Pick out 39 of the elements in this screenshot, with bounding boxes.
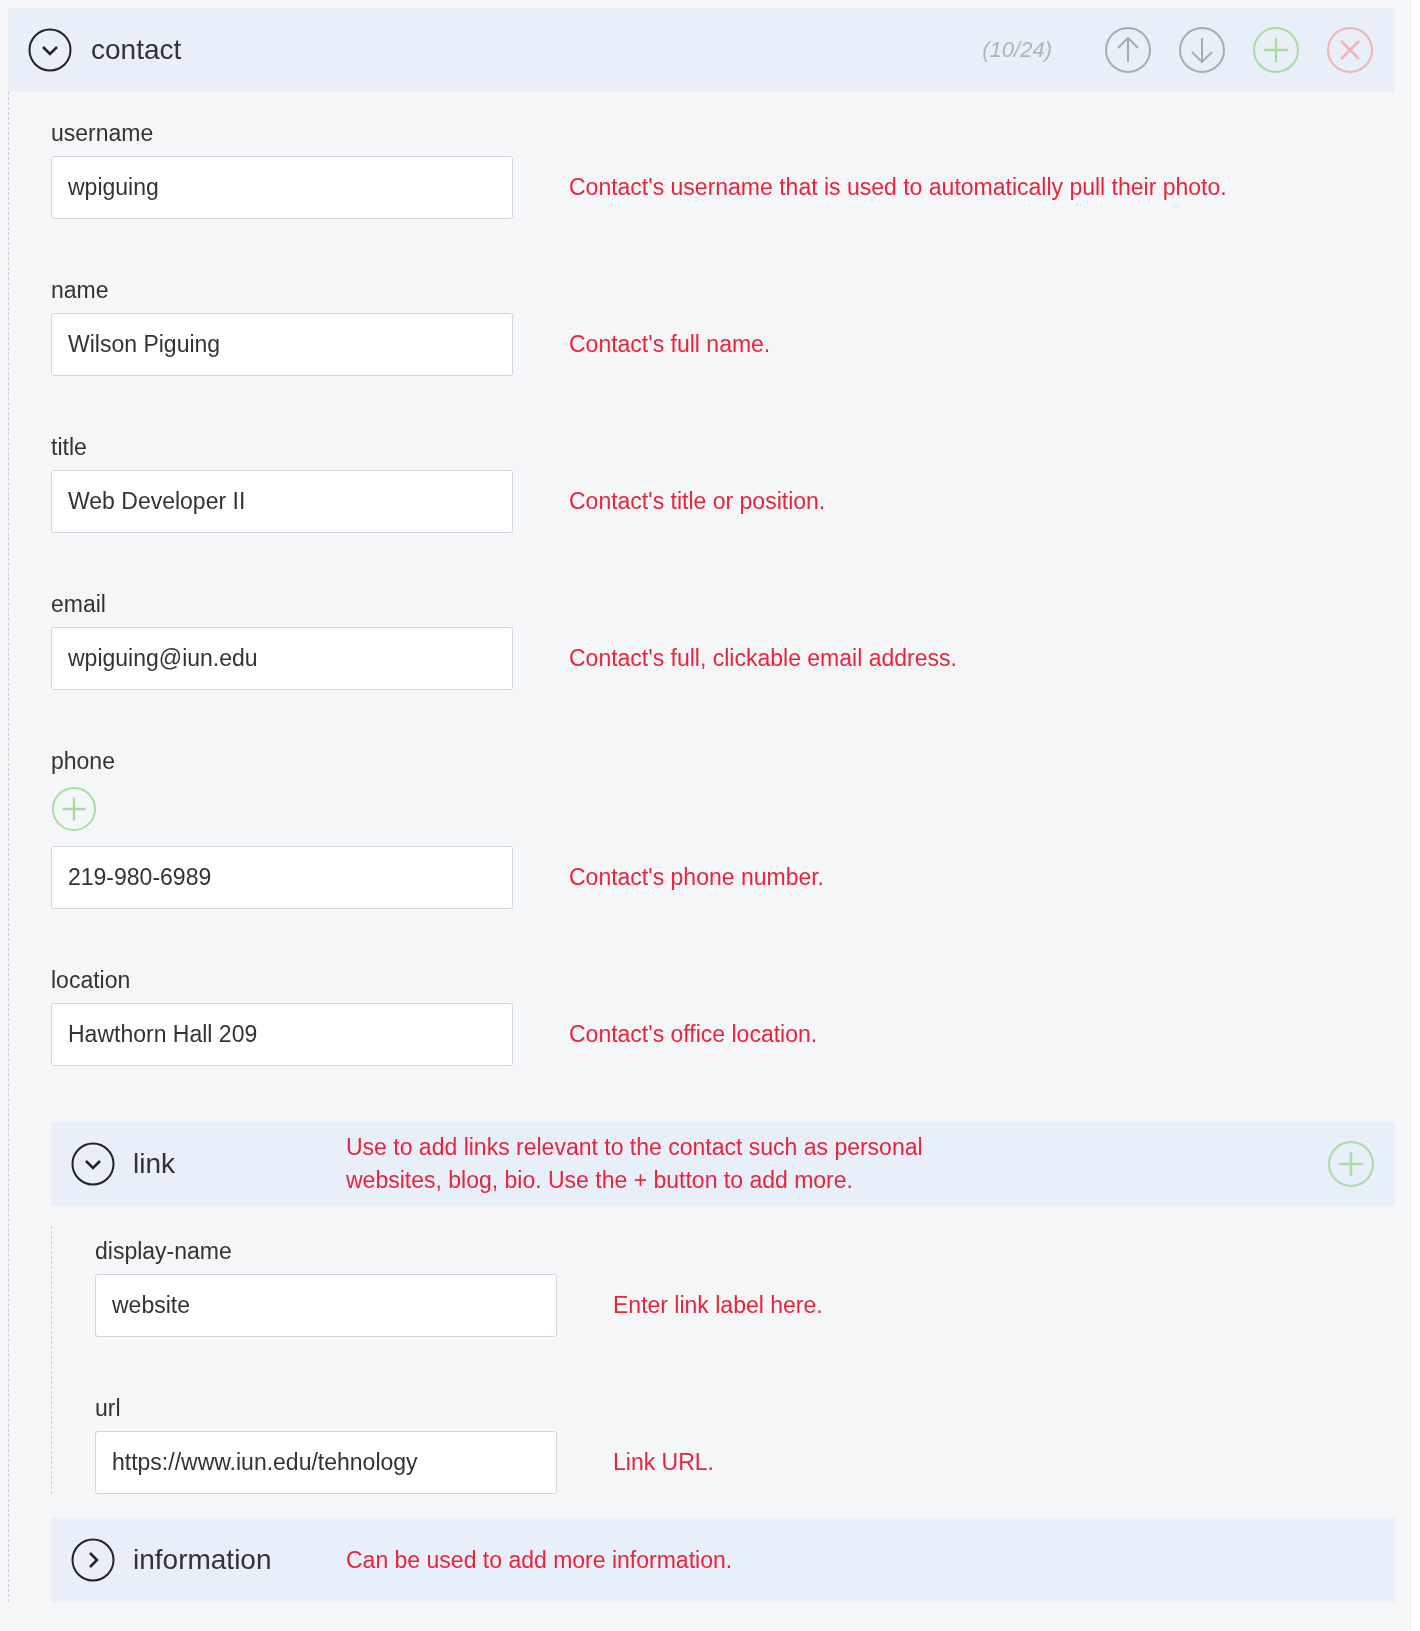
- field-label: phone: [51, 747, 115, 776]
- field-label: display-name: [95, 1237, 232, 1266]
- help-text: Contact's title or position.: [569, 488, 826, 515]
- text-field[interactable]: Wilson Piguing: [51, 313, 513, 376]
- move-down-icon[interactable]: [1178, 26, 1226, 74]
- help-text: Can be used to add more information.: [346, 1545, 734, 1575]
- section-title: contact: [91, 34, 183, 66]
- help-text: Link URL.: [613, 1449, 714, 1476]
- item-counter: (10/24): [982, 37, 1052, 63]
- text-field[interactable]: wpiguing@iun.edu: [51, 627, 513, 690]
- field-label: username: [51, 119, 154, 148]
- text-field[interactable]: https://www.iun.edu/tehnology: [95, 1431, 557, 1494]
- field-label: url: [95, 1394, 121, 1423]
- help-text: Contact's phone number.: [569, 864, 824, 891]
- text-field[interactable]: Web Developer II: [51, 470, 513, 533]
- help-text: Contact's full, clickable email address.: [569, 645, 957, 672]
- text-field[interactable]: wpiguing: [51, 156, 513, 219]
- text-field[interactable]: website: [95, 1274, 557, 1337]
- add-icon[interactable]: [1327, 1140, 1375, 1188]
- help-text: Enter link label here.: [613, 1292, 823, 1319]
- add-icon[interactable]: [1252, 26, 1300, 74]
- field-label: email: [51, 590, 106, 619]
- remove-icon[interactable]: [1326, 26, 1374, 74]
- help-text: Contact's office location.: [569, 1021, 818, 1048]
- subsection-title: information: [133, 1544, 273, 1576]
- expand-icon[interactable]: [71, 1538, 115, 1582]
- collapse-icon[interactable]: [28, 28, 72, 72]
- add-icon[interactable]: [51, 786, 97, 832]
- text-field[interactable]: 219-980-6989: [51, 846, 513, 909]
- help-text: Use to add links relevant to the contact such as personal websites, blog, bio. Use the + button to add more.: [346, 1133, 924, 1195]
- field-label: location: [51, 966, 131, 995]
- move-up-icon[interactable]: [1104, 26, 1152, 74]
- field-label: name: [51, 276, 109, 305]
- help-text: Contact's full name.: [569, 331, 771, 358]
- help-text: Contact's username that is used to automatically pull their photo.: [569, 174, 1227, 201]
- text-field[interactable]: Hawthorn Hall 209: [51, 1003, 513, 1066]
- subsection-title: link: [133, 1148, 176, 1180]
- collapse-icon[interactable]: [71, 1142, 115, 1186]
- field-label: title: [51, 433, 87, 462]
